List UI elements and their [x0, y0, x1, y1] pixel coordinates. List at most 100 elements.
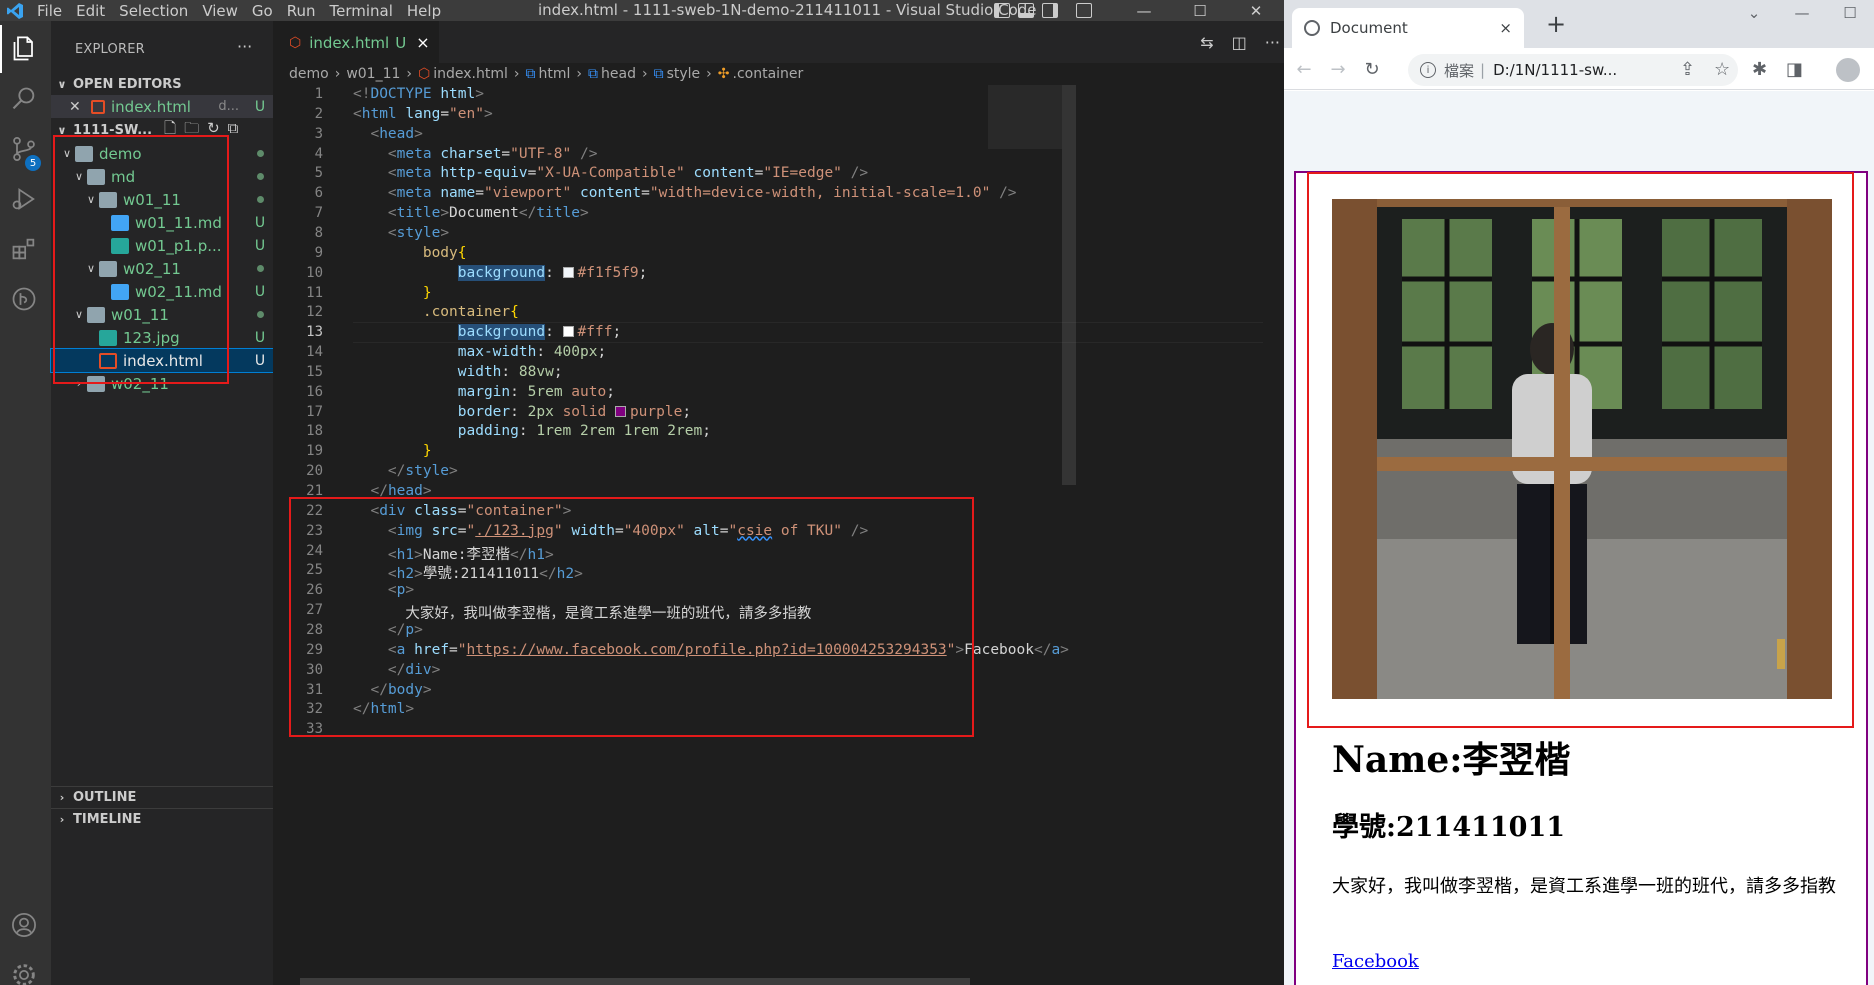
- run-debug-icon[interactable]: [0, 175, 48, 223]
- breadcrumb-item[interactable]: .container: [733, 66, 804, 82]
- code-line[interactable]: <style>: [353, 225, 449, 241]
- breadcrumb-item[interactable]: demo: [289, 66, 329, 82]
- editor-actions: ⇆ ◫ ···: [1200, 33, 1280, 52]
- reload-icon[interactable]: ↻: [1360, 57, 1384, 81]
- more-actions-icon[interactable]: ···: [237, 37, 252, 56]
- breadcrumb-separator: ›: [406, 66, 413, 82]
- code-line[interactable]: }: [353, 443, 432, 459]
- breadcrumb-symbol-icon: ⬡: [418, 66, 431, 82]
- accounts-icon[interactable]: [0, 901, 48, 949]
- extensions-icon[interactable]: [0, 225, 48, 273]
- source-control-icon[interactable]: 5: [0, 125, 48, 173]
- timeline-section[interactable]: › TIMELINE: [51, 808, 273, 830]
- site-info-icon[interactable]: i: [1420, 62, 1436, 78]
- menu-run[interactable]: Run: [280, 2, 323, 20]
- code-line[interactable]: body{: [353, 245, 467, 261]
- facebook-link[interactable]: Facebook: [1332, 951, 1419, 972]
- code-line[interactable]: <meta http-equiv="X-UA-Compatible" conte…: [353, 165, 868, 181]
- code-line[interactable]: background: #fff;: [353, 324, 621, 341]
- menu-terminal[interactable]: Terminal: [323, 2, 400, 20]
- menu-go[interactable]: Go: [245, 2, 280, 20]
- minimap[interactable]: [1263, 85, 1284, 985]
- breadcrumb-item[interactable]: html: [539, 66, 571, 82]
- toggle-primary-sidebar-icon[interactable]: [994, 3, 1010, 18]
- maximize-icon[interactable]: ☐: [1172, 0, 1228, 21]
- code-line[interactable]: <html lang="en">: [353, 106, 493, 122]
- menu-file[interactable]: File: [30, 2, 69, 20]
- html5-icon: ⬡: [289, 34, 302, 51]
- chevron-right-icon: ›: [59, 813, 65, 826]
- open-editor-item[interactable]: ✕ index.html d... U: [51, 95, 273, 118]
- code-line[interactable]: <meta charset="UTF-8" />: [353, 146, 598, 162]
- new-tab-button[interactable]: +: [1546, 10, 1566, 38]
- more-editor-actions-icon[interactable]: ···: [1265, 33, 1280, 52]
- share-icon[interactable]: ⇪: [1680, 59, 1695, 80]
- code-line[interactable]: padding: 1rem 2rem 1rem 2rem;: [353, 423, 711, 439]
- profile-avatar[interactable]: [1836, 58, 1860, 82]
- breadcrumb-item[interactable]: index.html: [433, 66, 508, 82]
- search-icon[interactable]: [0, 75, 48, 123]
- settings-gear-icon[interactable]: [0, 951, 48, 985]
- bookmark-star-icon[interactable]: ☆: [1714, 59, 1730, 80]
- forward-icon[interactable]: →: [1326, 57, 1350, 81]
- code-line[interactable]: </style>: [353, 463, 458, 479]
- menu-edit[interactable]: Edit: [69, 2, 112, 20]
- customize-layout-icon[interactable]: [1076, 3, 1092, 18]
- git-status: U: [254, 283, 266, 300]
- code-line[interactable]: <head>: [353, 126, 422, 142]
- side-panel-icon[interactable]: ◨: [1786, 59, 1803, 80]
- line-number: 17: [306, 403, 323, 420]
- tab-close-icon[interactable]: ×: [416, 33, 429, 52]
- browser-maximize-icon[interactable]: ☐: [1826, 0, 1874, 26]
- line-number: 3: [314, 125, 323, 142]
- outline-section[interactable]: › OUTLINE: [51, 786, 273, 808]
- window-title: index.html - 1111-sweb-1N-demo-211411011…: [538, 1, 1037, 19]
- back-icon[interactable]: ←: [1292, 57, 1316, 81]
- code-line[interactable]: <meta name="viewport" content="width=dev…: [353, 185, 1017, 201]
- browser-minimize-icon[interactable]: —: [1778, 0, 1826, 26]
- editor-tabs: ⬡ index.html U × ⇆ ◫ ···: [273, 21, 1284, 63]
- code-editor[interactable]: 1 2 3 4 5 6 7 8 9 10 11 12 13 14 15 16 17 18 19 20 21 22 23 24 2…: [273, 85, 1263, 985]
- code-line[interactable]: }: [353, 285, 432, 301]
- toggle-panel-icon[interactable]: [1018, 3, 1034, 18]
- code-line[interactable]: width: 88vw;: [353, 364, 563, 380]
- editor-scrollbar[interactable]: [1062, 85, 1076, 485]
- breadcrumb-item[interactable]: w01_11: [346, 66, 400, 82]
- code-line[interactable]: <title>Document</title>: [353, 205, 589, 221]
- line-number: 10: [306, 264, 323, 281]
- code-line[interactable]: <!DOCTYPE html>: [353, 86, 484, 102]
- menu-help[interactable]: Help: [400, 2, 448, 20]
- browser-tab-close-icon[interactable]: ×: [1499, 19, 1512, 37]
- address-scheme: 檔案: [1444, 61, 1475, 80]
- git-status: U: [254, 329, 266, 346]
- browser-window: Document × + ⌄ — ☐ ← → ↻ i 檔案 | D:/1N/11…: [1284, 0, 1874, 985]
- code-line[interactable]: margin: 5rem auto;: [353, 384, 615, 400]
- minimap-slider[interactable]: [988, 85, 1062, 149]
- tab-index-html[interactable]: ⬡ index.html U ×: [273, 21, 439, 63]
- breadcrumb-item[interactable]: style: [667, 66, 701, 82]
- breadcrumb-item[interactable]: head: [601, 66, 636, 82]
- code-line[interactable]: border: 2px solid purple;: [353, 404, 691, 420]
- browser-tab[interactable]: Document ×: [1292, 8, 1524, 48]
- code-line[interactable]: .container{: [353, 304, 519, 320]
- close-icon[interactable]: ✕: [69, 99, 91, 115]
- address-separator: |: [1480, 61, 1486, 79]
- extensions-puzzle-icon[interactable]: ✱: [1752, 59, 1767, 80]
- line-number: 9: [314, 244, 323, 261]
- outline-label: OUTLINE: [73, 790, 137, 805]
- code-line[interactable]: background: #f1f5f9;: [353, 264, 647, 281]
- close-window-icon[interactable]: ✕: [1228, 0, 1284, 21]
- menu-view[interactable]: View: [195, 2, 245, 20]
- toggle-secondary-sidebar-icon[interactable]: [1042, 3, 1058, 18]
- explorer-icon[interactable]: [0, 25, 48, 73]
- code-line[interactable]: max-width: 400px;: [353, 344, 606, 360]
- minimize-icon[interactable]: —: [1116, 0, 1172, 21]
- open-editors-section[interactable]: ∨ OPEN EDITORS: [51, 73, 273, 95]
- horizontal-scrollbar[interactable]: [300, 978, 970, 985]
- page-paragraph: 大家好，我叫做李翌楷，是資工系進學一班的班代，請多多指教: [1332, 876, 1836, 897]
- tab-search-icon[interactable]: ⌄: [1730, 0, 1778, 26]
- split-editor-icon[interactable]: ◫: [1232, 33, 1247, 52]
- open-changes-icon[interactable]: ⇆: [1200, 33, 1213, 52]
- timeline-git-icon[interactable]: [0, 275, 48, 323]
- menu-selection[interactable]: Selection: [112, 2, 195, 20]
